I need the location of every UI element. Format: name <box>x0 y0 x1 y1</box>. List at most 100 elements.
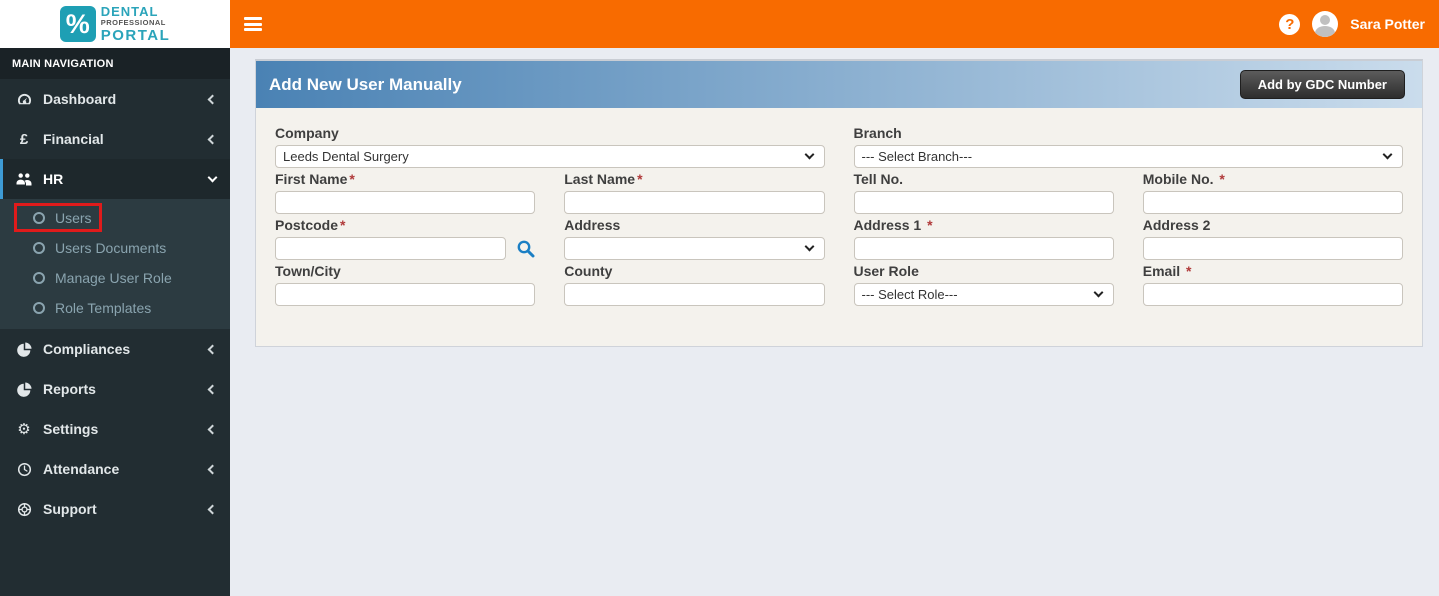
sidebar-item-label: HR <box>43 171 64 187</box>
help-icon[interactable]: ? <box>1279 13 1301 35</box>
sidebar-item-settings[interactable]: ⚙ Settings <box>0 409 230 449</box>
circle-outline-icon <box>33 302 45 314</box>
town-city-input[interactable] <box>275 283 536 306</box>
user-role-label: User Role <box>853 263 919 279</box>
sidebar-item-attendance[interactable]: Attendance <box>0 449 230 489</box>
sidebar-subitem-label: Users Documents <box>55 240 167 256</box>
mobile-no-input[interactable] <box>1142 191 1403 214</box>
address-field: Address <box>564 214 825 260</box>
email-input[interactable] <box>1142 283 1403 306</box>
sidebar-item-label: Dashboard <box>43 91 117 107</box>
sidebar-subitem-manage-user-role[interactable]: Manage User Role <box>0 263 230 293</box>
sidebar-item-label: Reports <box>43 381 96 397</box>
chevron-left-icon <box>207 424 218 434</box>
last-name-label: Last Name * <box>564 171 643 187</box>
chevron-left-icon <box>207 504 218 514</box>
sidebar-subitem-label: Role Templates <box>55 300 152 316</box>
postcode-label: Postcode * <box>275 217 346 233</box>
gear-icon: ⚙ <box>17 420 31 438</box>
postcode-input[interactable] <box>275 237 507 260</box>
address1-field: Address 1 * <box>853 214 1114 260</box>
sidebar-item-support[interactable]: Support <box>0 489 230 529</box>
sidebar-item-reports[interactable]: Reports <box>0 369 230 409</box>
sidebar-item-dashboard[interactable]: Dashboard <box>0 79 230 119</box>
sidebar-subitem-users[interactable]: Users <box>0 203 230 233</box>
brand-line-portal: PORTAL <box>100 26 171 44</box>
required-marker: * <box>349 171 355 187</box>
sidebar-toggle-hamburger-icon[interactable] <box>244 17 262 31</box>
address-select[interactable] <box>564 237 825 260</box>
hr-submenu: Users Users Documents Manage User Role R… <box>0 199 230 329</box>
required-marker: * <box>637 171 643 187</box>
company-select[interactable]: Leeds Dental Surgery <box>275 145 825 168</box>
first-name-field: First Name * <box>275 168 536 214</box>
life-ring-icon <box>15 502 33 517</box>
sidebar-section-label: MAIN NAVIGATION <box>0 48 230 79</box>
county-input[interactable] <box>564 283 825 306</box>
circle-outline-icon <box>33 212 45 224</box>
town-city-field: Town/City <box>275 260 536 306</box>
branch-label: Branch <box>853 125 902 141</box>
circle-outline-icon <box>33 272 45 284</box>
sidebar-item-label: Compliances <box>43 341 131 357</box>
panel-heading: Add New User Manually Add by GDC Number <box>256 61 1422 108</box>
tell-no-field: Tell No. <box>853 168 1114 214</box>
dashboard-icon <box>15 92 33 107</box>
email-label: Email * <box>1142 263 1192 279</box>
address1-label: Address 1 * <box>853 217 933 233</box>
add-user-panel: Add New User Manually Add by GDC Number … <box>255 59 1423 347</box>
company-field: Company Leeds Dental Surgery <box>275 122 825 168</box>
chevron-left-icon <box>207 384 218 394</box>
address2-input[interactable] <box>1142 237 1403 260</box>
sidebar-subitem-label: Manage User Role <box>55 270 172 286</box>
last-name-input[interactable] <box>564 191 825 214</box>
required-marker: * <box>340 217 346 233</box>
users-group-icon <box>15 172 33 186</box>
required-marker: * <box>1219 171 1225 187</box>
avatar[interactable] <box>1312 11 1339 37</box>
sidebar-item-financial[interactable]: £ Financial <box>0 119 230 159</box>
address2-field: Address 2 <box>1142 214 1403 260</box>
first-name-label: First Name * <box>275 171 355 187</box>
circle-outline-icon <box>33 242 45 254</box>
sidebar-subitem-label: Users <box>55 210 92 226</box>
address2-label: Address 2 <box>1142 217 1211 233</box>
pie-chart-icon <box>15 381 33 397</box>
town-city-label: Town/City <box>275 263 341 279</box>
postcode-field: Postcode * <box>275 214 535 260</box>
branch-field: Branch --- Select Branch--- <box>853 122 1403 168</box>
mobile-no-label: Mobile No. * <box>1142 171 1225 187</box>
user-name[interactable]: Sara Potter <box>1350 16 1425 32</box>
sidebar-item-hr[interactable]: HR Users Users Documents Manage User Rol… <box>0 159 230 329</box>
email-field: Email * <box>1142 260 1403 306</box>
last-name-field: Last Name * <box>564 168 825 214</box>
sidebar-item-label: Attendance <box>43 461 120 477</box>
county-label: County <box>564 263 613 279</box>
add-by-gdc-number-button[interactable]: Add by GDC Number <box>1239 70 1405 99</box>
first-name-input[interactable] <box>275 191 536 214</box>
brand-wordmark: DENTAL PROFESSIONAL PORTAL <box>101 5 171 43</box>
sidebar-subitem-role-templates[interactable]: Role Templates <box>0 293 230 323</box>
sidebar-subitem-users-documents[interactable]: Users Documents <box>0 233 230 263</box>
brand-logo[interactable]: % DENTAL PROFESSIONAL PORTAL <box>0 0 230 48</box>
search-icon[interactable] <box>516 239 535 258</box>
brand-line-professional: PROFESSIONAL <box>100 18 166 28</box>
page-title: Add New User Manually <box>269 74 462 94</box>
user-role-select[interactable]: --- Select Role--- <box>853 283 1114 306</box>
tell-no-input[interactable] <box>853 191 1114 214</box>
sidebar-item-label: Settings <box>43 421 99 437</box>
required-marker: * <box>1186 263 1192 279</box>
chevron-down-icon <box>207 172 218 183</box>
user-role-field: User Role --- Select Role--- <box>853 260 1114 306</box>
address-label: Address <box>564 217 621 233</box>
chevron-left-icon <box>207 94 218 104</box>
sidebar-item-compliances[interactable]: Compliances <box>0 329 230 369</box>
sidebar-item-label: Support <box>43 501 97 517</box>
branch-select[interactable]: --- Select Branch--- <box>853 145 1403 168</box>
clock-icon <box>15 462 33 477</box>
mobile-no-field: Mobile No. * <box>1142 168 1403 214</box>
chevron-left-icon <box>207 344 218 354</box>
sidebar: % DENTAL PROFESSIONAL PORTAL MAIN NAVIGA… <box>0 0 230 596</box>
address1-input[interactable] <box>853 237 1114 260</box>
panel-body: Company Leeds Dental Surgery Branch --- … <box>256 108 1422 346</box>
